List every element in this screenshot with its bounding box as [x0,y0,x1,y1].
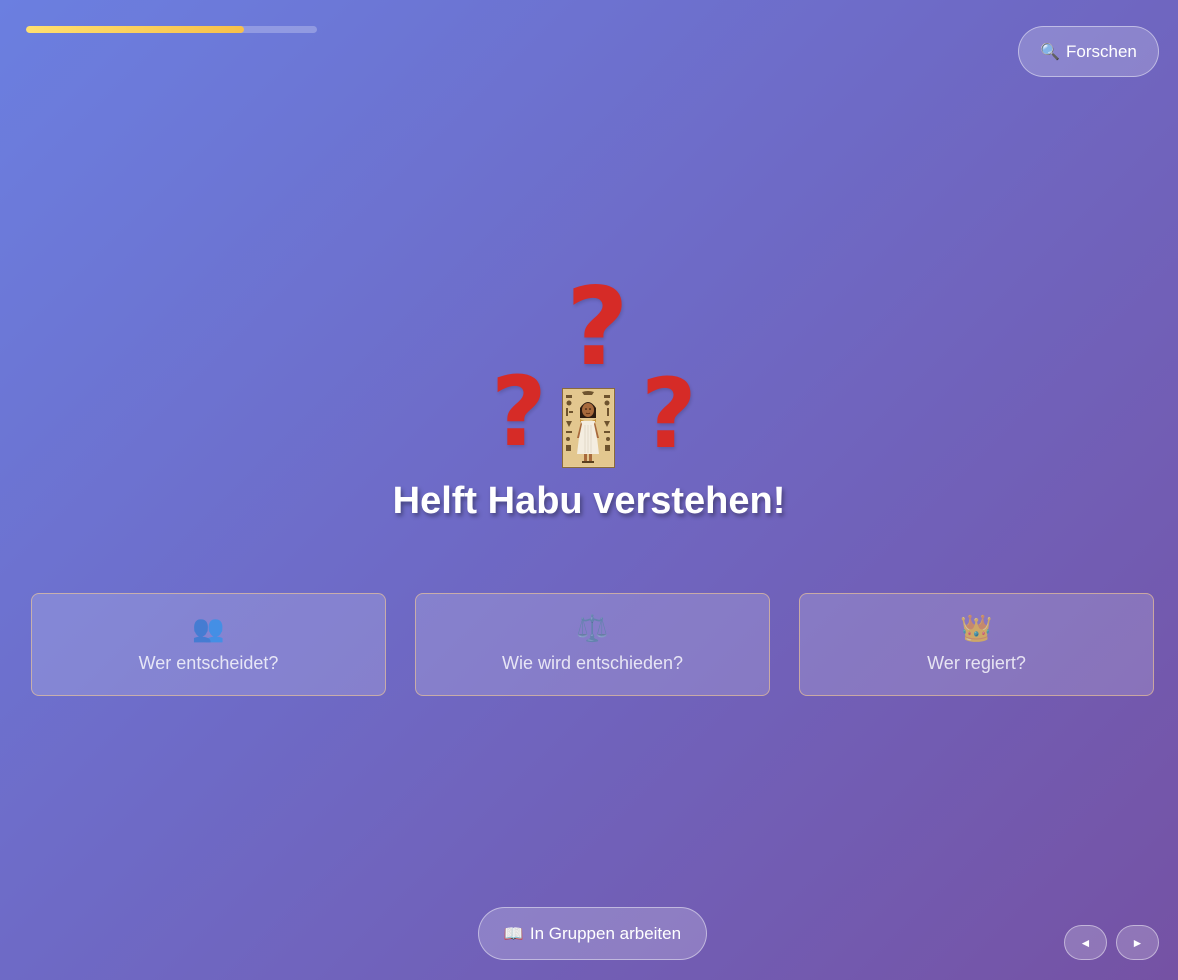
scales-icon: ⚖️ [576,613,609,643]
habu-portrait-drawing [563,389,613,466]
topic-card-who-rules[interactable]: 👑 Wer regiert? [799,593,1154,696]
arrow-right-icon: ► [1131,935,1144,950]
topic-card-label: Wer entscheidet? [138,653,279,673]
habu-portrait [562,388,615,468]
page-title: Helft Habu verstehen! [392,480,786,522]
next-button[interactable]: ► [1116,925,1159,960]
habu-illustration: ? ? ? [489,265,697,472]
arrow-left-icon: ◄ [1079,935,1092,950]
research-button[interactable]: 🔍 Forschen [1018,26,1159,77]
people-icon: 👥 [192,613,225,643]
research-button-label: Forschen [1066,41,1137,61]
question-mark-icon: ? [641,358,697,470]
topic-card-label: Wer regiert? [927,653,1026,673]
work-in-groups-label: In Gruppen arbeiten [529,923,682,943]
topic-card-how-decided[interactable]: ⚖️ Wie wird entschieden? [415,593,770,696]
book-icon: 📖 [503,925,524,943]
topic-card-who-decides[interactable]: 👥 Wer entscheidet? [31,593,386,696]
previous-button[interactable]: ◄ [1064,925,1107,960]
magnifier-icon: 🔍 [1040,43,1061,61]
progress-bar-fill [26,26,245,33]
question-mark-icon: ? [491,356,547,468]
progress-bar [26,26,317,33]
question-mark-icon: ? [566,265,629,390]
work-in-groups-button[interactable]: 📖 In Gruppen arbeiten [478,907,707,960]
crown-icon: 👑 [960,613,993,643]
topic-card-label: Wie wird entschieden? [501,653,684,673]
